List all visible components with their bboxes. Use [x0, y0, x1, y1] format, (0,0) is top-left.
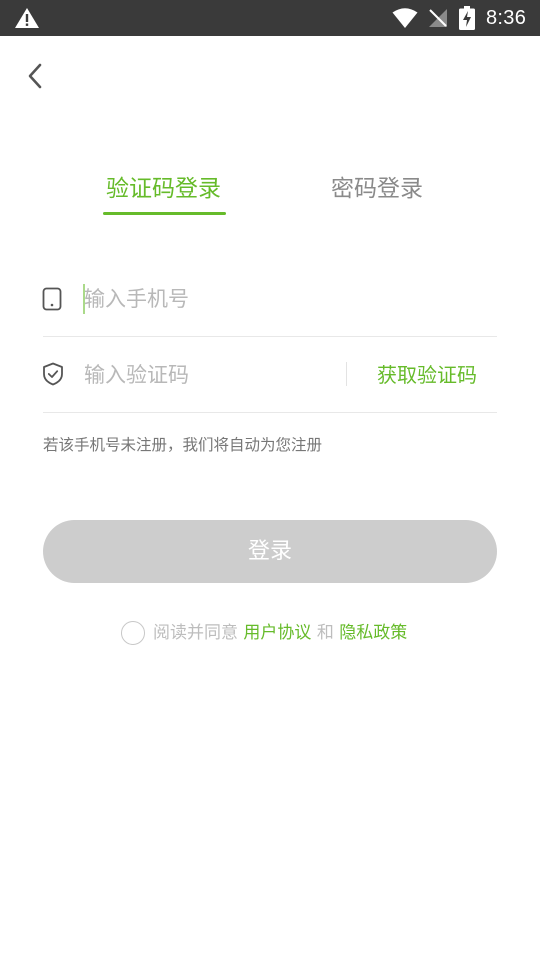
user-agreement-link[interactable]: 用户协议 — [243, 623, 311, 643]
agreement-checkbox[interactable] — [121, 621, 145, 645]
agreement-prefix: 阅读并同意 — [153, 623, 238, 643]
tab-sms-login[interactable]: 验证码登录 — [106, 174, 221, 204]
warning-icon — [15, 8, 39, 28]
wifi-icon — [392, 8, 418, 28]
login-button[interactable]: 登录 — [43, 520, 497, 583]
shield-check-icon — [43, 362, 63, 386]
privacy-policy-link[interactable]: 隐私政策 — [339, 623, 407, 643]
phone-icon — [42, 287, 62, 311]
divider — [43, 336, 497, 337]
status-bar: 8:36 — [0, 0, 540, 36]
divider — [43, 412, 497, 413]
tab-password-login[interactable]: 密码登录 — [331, 174, 423, 204]
battery-charging-icon — [459, 6, 475, 30]
phone-input[interactable] — [84, 282, 484, 316]
code-input[interactable] — [84, 358, 334, 392]
auto-register-hint: 若该手机号未注册，我们将自动为您注册 — [43, 436, 323, 454]
agreement-and: 和 — [316, 623, 334, 643]
back-arrow-icon[interactable] — [22, 60, 50, 92]
get-code-button[interactable]: 获取验证码 — [377, 361, 477, 389]
active-tab-indicator — [103, 212, 226, 215]
no-signal-icon — [429, 9, 447, 27]
agreement-text: 阅读并同意 用户协议 和 隐私政策 — [153, 620, 407, 646]
text-cursor — [83, 284, 85, 314]
vertical-divider — [346, 362, 347, 386]
status-time: 8:36 — [486, 7, 527, 29]
